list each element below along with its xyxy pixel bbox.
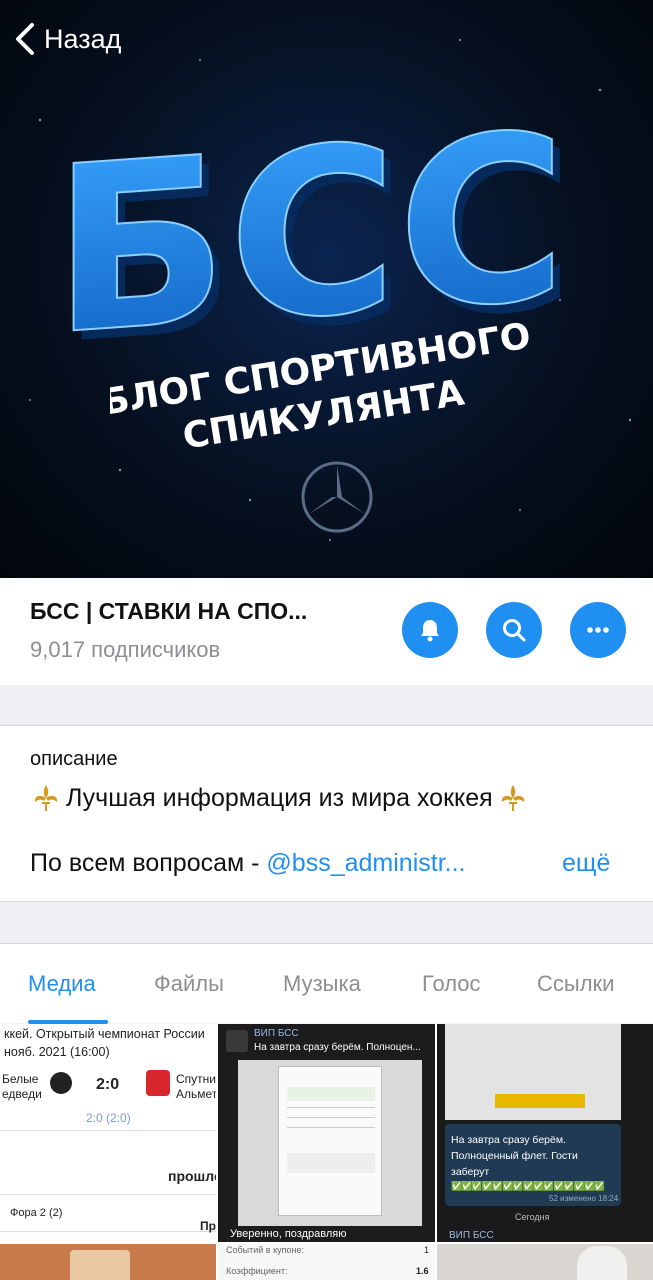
channel-title: БСС | СТАВКИ НА СПО... [30,598,308,624]
team1-name: Белые [2,1072,39,1086]
message-caption: Уверенно, поздравляю [230,1228,347,1240]
logo-subtitle: БЛОГ СПОРТИВНОГО СПИКУЛЯНТА [110,318,533,457]
chevron-left-icon [16,23,34,55]
bet-market: Фора 2 (2) [10,1207,63,1219]
period-score: 2:0 (2:0) [86,1111,131,1125]
team1-name-2: едведи [2,1087,42,1101]
tab-links[interactable]: Ссылки [537,971,614,997]
back-button[interactable]: Назад [14,22,121,56]
message-bubble: На завтра сразу берём. Полноценный флет.… [445,1124,621,1206]
back-label: Назад [44,23,122,54]
divider [0,1194,216,1195]
screenshot-image [238,1060,422,1226]
expand-description-link[interactable]: ещё [562,849,610,878]
row-line [287,1127,375,1128]
channel-cover-image: Назад БСС БСС БЛОГ СПОРТИВНОГО СПИКУЛЯНТ… [0,0,653,578]
message-meta: 52 изменено 18:24 [549,1194,619,1203]
coefficient-label: Коэффициент: [226,1266,288,1276]
photo-content [577,1246,627,1280]
bet-status: прошло [168,1168,216,1184]
search-icon [503,619,526,642]
tab-voice[interactable]: Голос [422,971,481,997]
preview-thumb [226,1030,248,1052]
fleur-de-lis-icon [34,785,58,811]
description-label: описание [30,748,118,770]
message-preview: На завтра сразу берём. Полноцен... [254,1042,421,1053]
channel-header [0,578,653,685]
contact-prefix: По всем вопросам - [30,849,267,877]
date-divider: Сегодня [515,1212,550,1222]
message-text: На завтра сразу берём. Полноценный флет.… [451,1134,578,1178]
media-thumbnail[interactable]: Событий в купоне: 1 Коэффициент: 1.6 [218,1244,435,1280]
description-text: Лучшая информация из мира хоккея [30,782,529,814]
more-button[interactable] [570,602,626,658]
match-date: нояб. 2021 (16:00) [4,1045,110,1059]
phone-screenshot [278,1066,382,1216]
fleur-de-lis-icon [501,785,524,811]
divider [0,1130,216,1131]
row-line [287,1117,375,1118]
admin-link[interactable]: @bss_administr... [266,849,465,877]
media-thumbnail[interactable]: ВИП БСС На завтра сразу берём. Полноцен.… [218,1024,435,1242]
tab-media[interactable]: Медиа [28,971,96,997]
row-line [287,1107,375,1108]
bet-button [495,1094,585,1108]
tab-music[interactable]: Музыка [283,971,361,997]
team1-logo [50,1072,72,1094]
bell-icon [421,620,439,642]
tab-files[interactable]: Файлы [154,971,224,997]
channel-profile-page: Назад БСС БСС БЛОГ СПОРТИВНОГО СПИКУЛЯНТ… [0,0,653,1280]
divider [0,1231,216,1232]
media-thumbnail[interactable]: На завтра сразу берём. Полноценный флет.… [437,1024,653,1242]
description-contact: По всем вопросам - @bss_administr... [30,849,465,878]
media-thumbnail[interactable] [0,1244,216,1280]
description-line1: Лучшая информация из мира хоккея [66,783,493,812]
team2-name-2: Альмет [176,1087,216,1101]
media-thumbnail[interactable]: ккей. Открытый чемпионат России нояб. 20… [0,1024,216,1242]
media-thumbnail[interactable] [437,1244,653,1280]
bet-label: Пр [200,1219,216,1233]
match-league: ккей. Открытый чемпионат России [4,1027,205,1041]
more-icon [587,627,609,633]
team2-logo [146,1070,170,1096]
match-row [287,1153,375,1173]
coupon-events-label: Событий в купоне: [226,1245,304,1255]
subscriber-count: 9,017 подписчиков [30,637,221,662]
checkmarks: ✅✅✅✅✅✅✅✅✅✅✅✅✅✅✅ [451,1181,605,1191]
team2-name: Спутни [176,1072,216,1086]
coupon-events-value: 1 [424,1245,430,1255]
bet-screenshot [445,1024,621,1120]
photo-content [70,1250,130,1280]
coefficient-value: 1.6 [416,1266,429,1276]
search-button[interactable] [486,602,542,658]
bet-header [287,1087,375,1101]
sender-name: ВИП БСС [449,1230,494,1241]
sender-name: ВИП БСС [254,1028,299,1039]
mute-button[interactable] [402,602,458,658]
car-emblem-icon [301,461,373,533]
match-score: 2:0 [96,1076,120,1093]
